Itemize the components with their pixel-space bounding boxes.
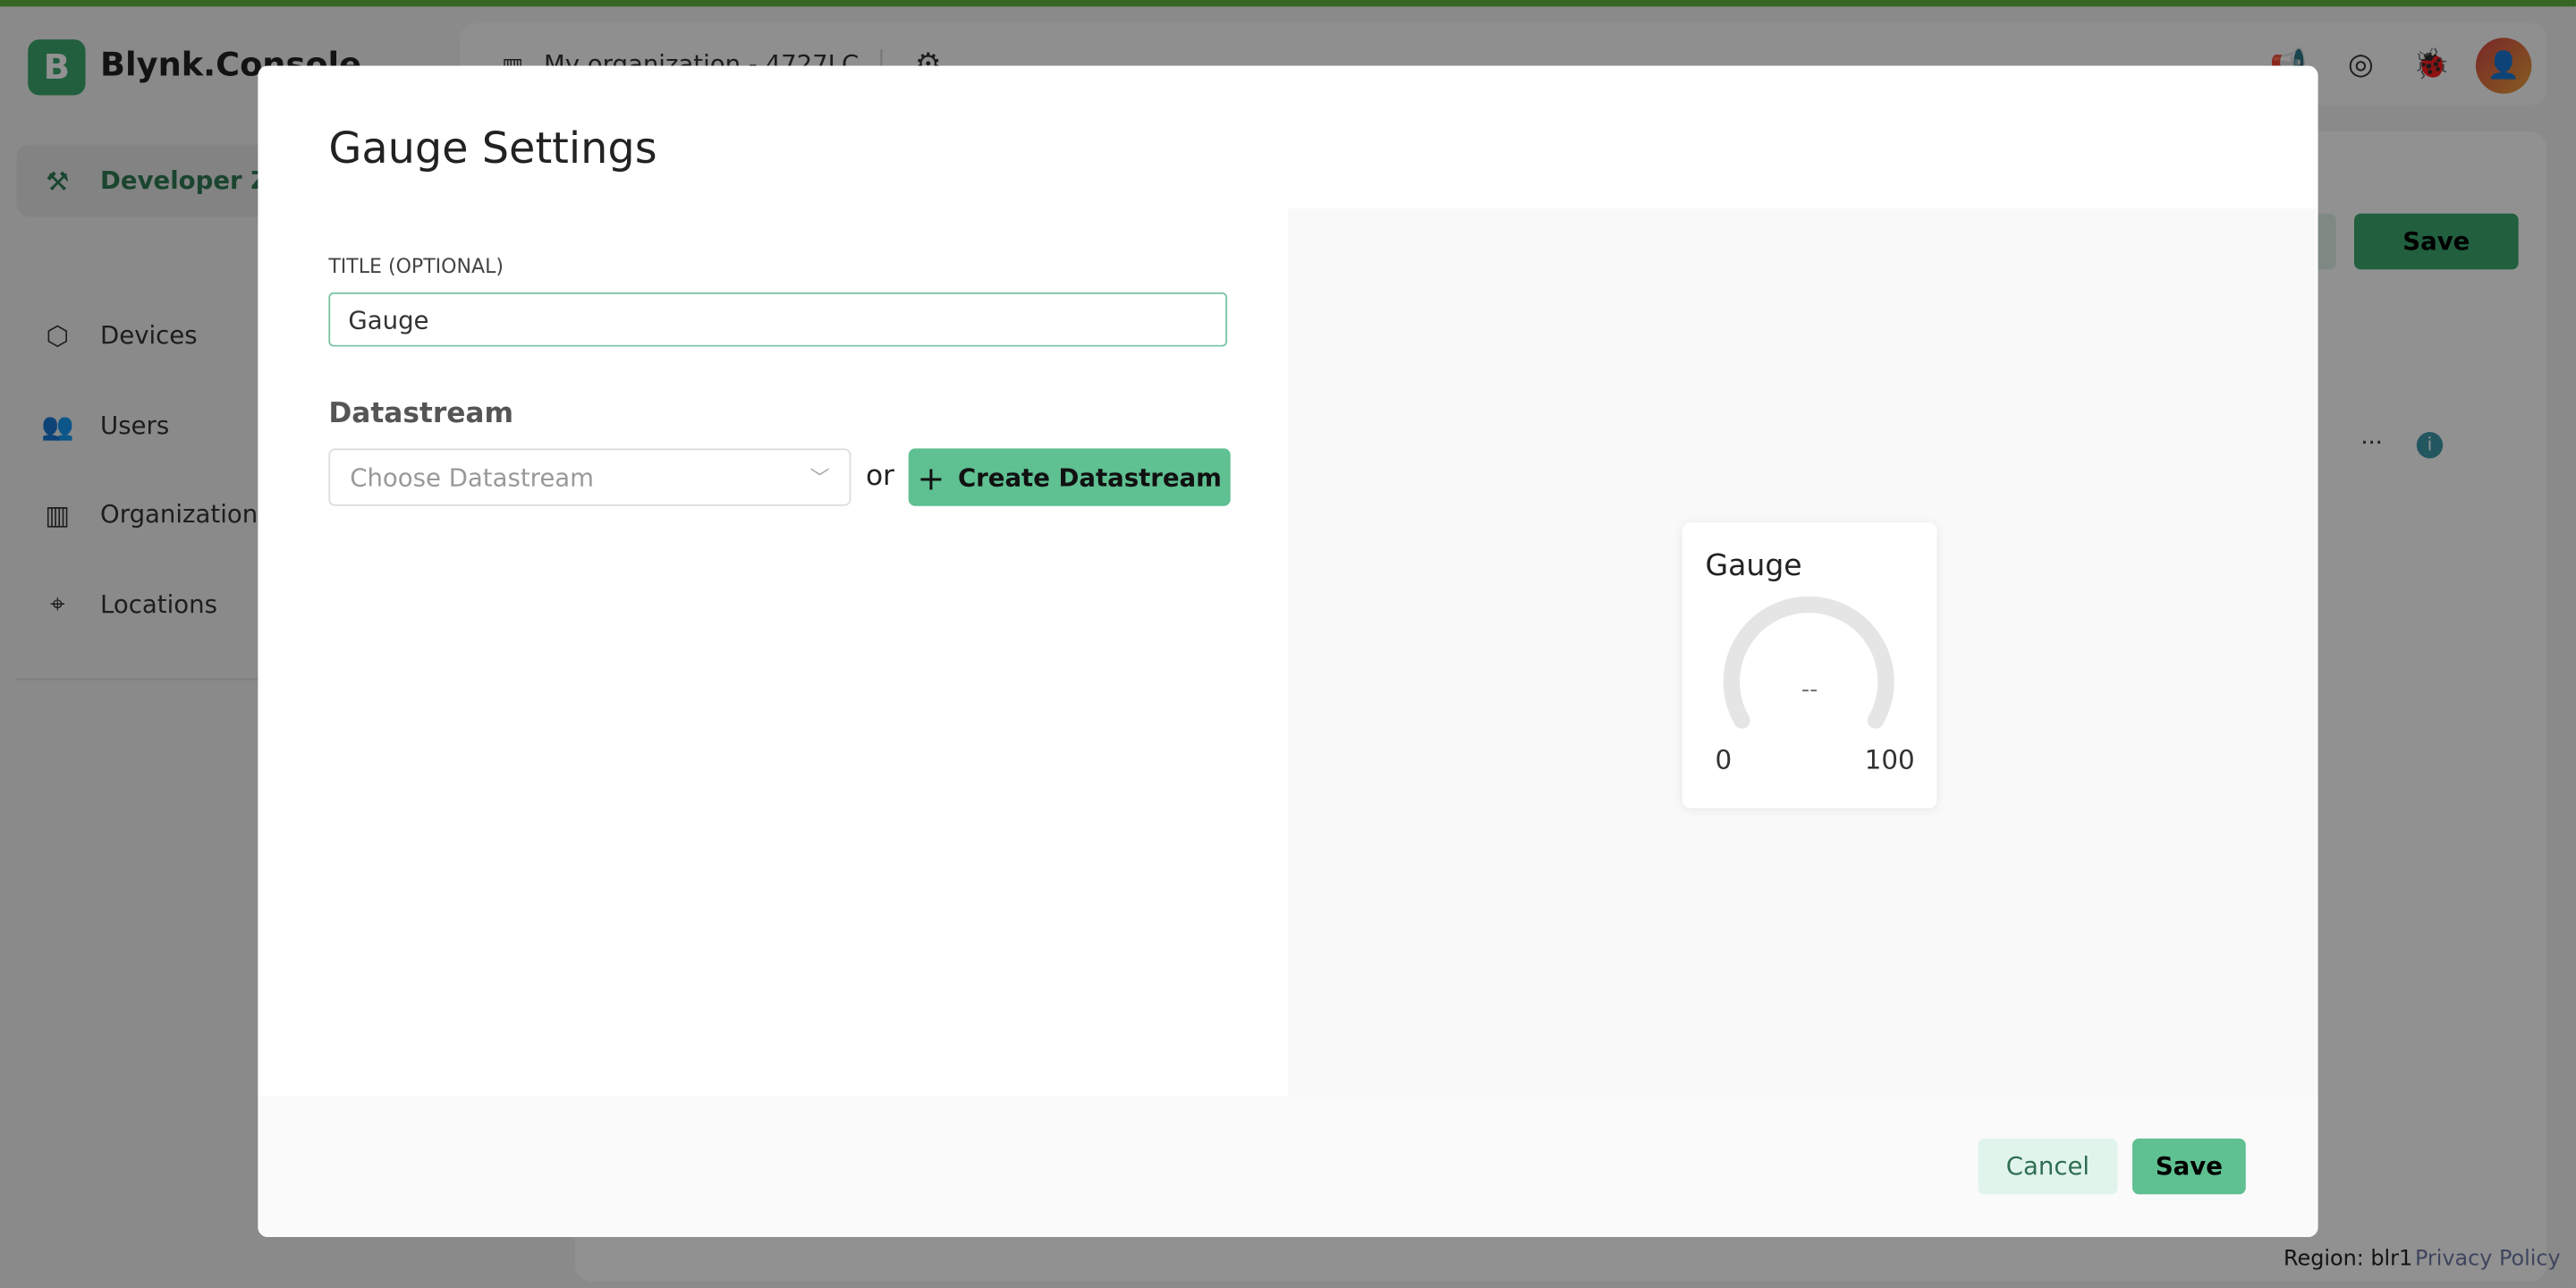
gauge-min: 0: [1715, 744, 1733, 775]
cancel-button[interactable]: Cancel: [1978, 1138, 2118, 1195]
title-field-label: TITLE (OPTIONAL): [328, 254, 504, 278]
title-input[interactable]: [328, 292, 1228, 347]
modal-title: Gauge Settings: [328, 124, 657, 174]
chevron-down-icon: ﹀: [809, 466, 830, 490]
gauge-value: --: [1801, 676, 1818, 704]
plus-icon: +: [917, 457, 945, 497]
gauge-max: 100: [1864, 744, 1915, 775]
create-datastream-label: Create Datastream: [957, 462, 1222, 493]
datastream-placeholder: Choose Datastream: [350, 462, 595, 493]
datastream-select[interactable]: Choose Datastream ﹀: [328, 448, 852, 506]
create-datastream-button[interactable]: + Create Datastream: [908, 448, 1231, 506]
gauge-settings-modal: Gauge Settings TITLE (OPTIONAL) Datastre…: [258, 65, 2318, 1238]
save-button[interactable]: Save: [2132, 1138, 2246, 1195]
gauge-preview-widget: Gauge -- 0 100: [1682, 522, 1937, 809]
or-text: or: [865, 460, 894, 494]
datastream-label: Datastream: [328, 397, 514, 431]
